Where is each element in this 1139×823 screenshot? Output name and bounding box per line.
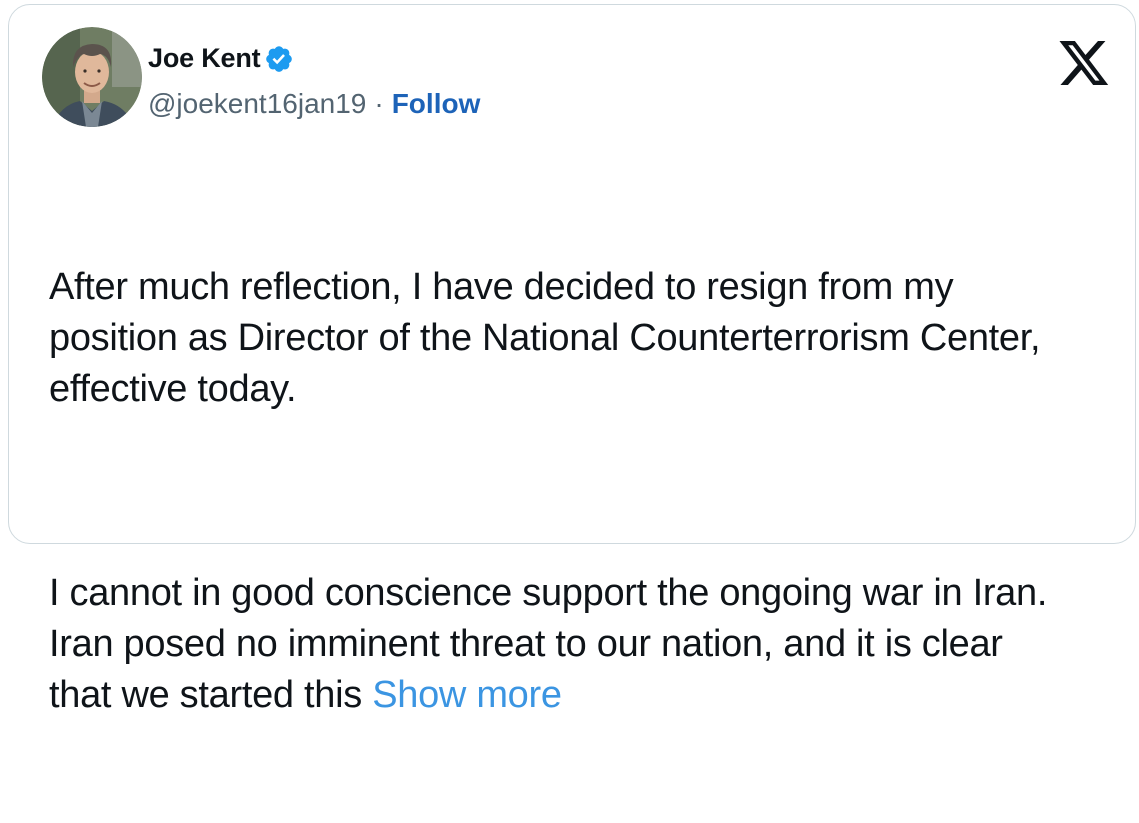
author-avatar[interactable] xyxy=(42,27,142,127)
tweet-line: position as Director of the National Cou… xyxy=(49,317,1041,359)
author-display-name[interactable]: Joe Kent xyxy=(148,41,261,75)
author-name-row: Joe Kent xyxy=(148,41,294,75)
author-handle[interactable]: @joekent16jan19 xyxy=(148,86,366,122)
tweet-paragraph-1: After much reflection, I have decided to… xyxy=(49,262,1129,415)
tweet-card: Joe Kent @joekent16jan19 · Follow After … xyxy=(8,4,1136,716)
tweet-line: I cannot in good conscience support the … xyxy=(49,572,1048,614)
x-logo-icon[interactable] xyxy=(1059,41,1109,85)
follow-button[interactable]: Follow xyxy=(392,86,481,122)
tweet-text: After much reflection, I have decided to… xyxy=(49,160,1129,823)
profile-photo xyxy=(42,27,142,127)
verified-badge-icon xyxy=(266,46,293,72)
tweet-paragraph-2: I cannot in good conscience support the … xyxy=(49,568,1129,721)
show-more-link[interactable]: Show more xyxy=(372,674,562,716)
separator-dot: · xyxy=(374,88,384,119)
tweet-line: After much reflection, I have decided to… xyxy=(49,266,954,308)
tweet-line: that we started this xyxy=(49,674,373,716)
tweet-line: effective today. xyxy=(49,368,297,410)
tweet-line: Iran posed no imminent threat to our nat… xyxy=(49,623,1003,665)
author-handle-row: @joekent16jan19 · Follow xyxy=(148,86,480,122)
